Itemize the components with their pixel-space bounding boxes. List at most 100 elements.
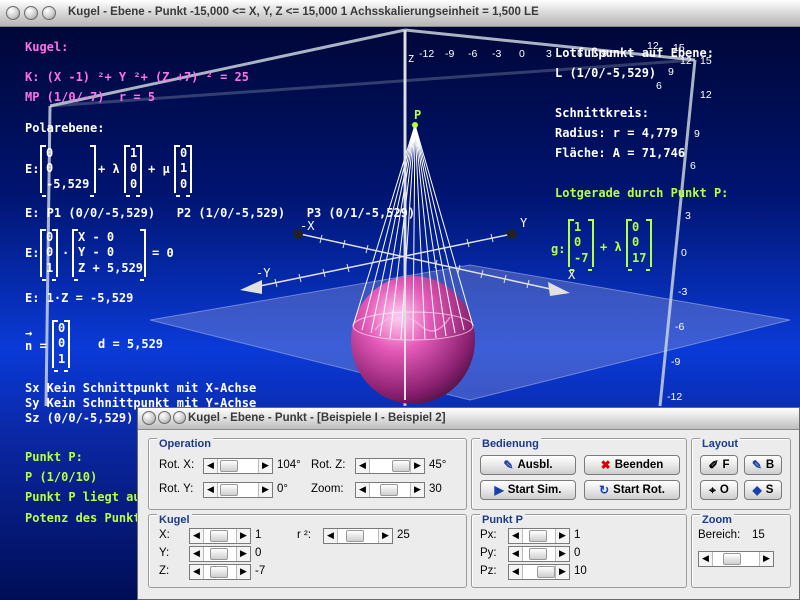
plane-param-mu: + μ bbox=[148, 162, 170, 176]
px-increase[interactable]: ▶ bbox=[555, 529, 569, 543]
kugel-y-increase[interactable]: ▶ bbox=[236, 547, 250, 561]
control-title-bar[interactable]: Kugel - Ebene - Punkt - [Beispiele I - B… bbox=[138, 408, 799, 430]
punkt-p-group-title: Punkt P bbox=[480, 514, 525, 526]
kugel-z-slider[interactable]: ◀ ▶ bbox=[189, 564, 251, 580]
kugel-heading: Kugel: bbox=[25, 40, 69, 54]
kugel-z-decrease[interactable]: ◀ bbox=[190, 565, 204, 579]
ausblenden-button[interactable]: ✎ Ausbl. bbox=[480, 455, 576, 475]
zoom-slider[interactable]: ◀ ▶ bbox=[355, 482, 425, 498]
py-slider[interactable]: ◀ ▶ bbox=[508, 546, 570, 562]
zoom-increase[interactable]: ▶ bbox=[410, 483, 424, 497]
bereich-slider[interactable]: ◀ ▶ bbox=[698, 551, 774, 567]
beenden-label: Beenden bbox=[614, 459, 664, 471]
zoom-thumb[interactable] bbox=[380, 484, 398, 496]
kugel-r2-thumb[interactable] bbox=[346, 530, 364, 542]
layout-o-label: O bbox=[719, 484, 729, 496]
layout-f-button[interactable]: ✐ F bbox=[700, 455, 738, 475]
rot-y-thumb[interactable] bbox=[220, 484, 238, 496]
layout-b-button[interactable]: ✎ B bbox=[744, 455, 782, 475]
layout-o-button[interactable]: ⌖ O bbox=[700, 480, 738, 500]
kugel-r2-value: 25 bbox=[397, 529, 410, 541]
kugel-x-slider[interactable]: ◀ ▶ bbox=[189, 528, 251, 544]
label-z: Z bbox=[408, 54, 415, 65]
minimize-button[interactable] bbox=[24, 6, 38, 20]
rot-z-slider[interactable]: ◀ ▶ bbox=[355, 458, 425, 474]
kugel-x-increase[interactable]: ▶ bbox=[236, 529, 250, 543]
pz-increase[interactable]: ▶ bbox=[555, 565, 569, 579]
bereich-thumb[interactable] bbox=[723, 553, 741, 565]
kugel-y-slider[interactable]: ◀ ▶ bbox=[189, 546, 251, 562]
ctrl-maximize-button[interactable] bbox=[173, 411, 186, 424]
kugel-group-title: Kugel bbox=[157, 514, 192, 526]
kugel-z-thumb[interactable] bbox=[210, 566, 228, 578]
bereich-value: 15 bbox=[752, 529, 765, 541]
rot-x-slider[interactable]: ◀ ▶ bbox=[203, 458, 273, 474]
kugel-y-decrease[interactable]: ◀ bbox=[190, 547, 204, 561]
scale-tick: -9 bbox=[445, 48, 455, 60]
rot-y-value: 0° bbox=[277, 483, 288, 495]
px-slider[interactable]: ◀ ▶ bbox=[508, 528, 570, 544]
hide-icon: ✎ bbox=[503, 458, 514, 472]
kugel-r2-slider[interactable]: ◀ ▶ bbox=[323, 528, 393, 544]
kugel-y-value: 0 bbox=[255, 547, 262, 559]
scale-tick: -6 bbox=[468, 48, 478, 60]
main-title-bar[interactable]: Kugel - Ebene - Punkt -15,000 <= X, Y, Z… bbox=[0, 0, 800, 27]
scale-tick: 3 bbox=[546, 48, 552, 60]
kugel-r2-decrease[interactable]: ◀ bbox=[324, 529, 338, 543]
window-menu-button[interactable] bbox=[6, 6, 20, 20]
pz-slider[interactable]: ◀ ▶ bbox=[508, 564, 570, 580]
layout-b-label: B bbox=[765, 459, 775, 471]
pz-decrease[interactable]: ◀ bbox=[509, 565, 523, 579]
kugel-x-decrease[interactable]: ◀ bbox=[190, 529, 204, 543]
rot-y-decrease[interactable]: ◀ bbox=[204, 483, 218, 497]
kugel-r2-increase[interactable]: ▶ bbox=[378, 529, 392, 543]
px-decrease[interactable]: ◀ bbox=[509, 529, 523, 543]
pz-thumb[interactable] bbox=[537, 566, 555, 578]
kugel-z-increase[interactable]: ▶ bbox=[236, 565, 250, 579]
normal-form-diff: X - 0 Y - 0 Z + 5,529 bbox=[72, 229, 146, 282]
kugel-y-thumb[interactable] bbox=[210, 548, 228, 560]
bereich-label: Bereich: bbox=[698, 529, 741, 541]
ctrl-window-menu-button[interactable] bbox=[142, 411, 156, 425]
start-rot-button[interactable]: ↻ Start Rot. bbox=[584, 480, 680, 500]
start-sim-button[interactable]: ▶ Start Sim. bbox=[480, 480, 576, 500]
kugel-midpoint: MP (1/0/-7) r = 5 bbox=[25, 90, 156, 104]
rot-y-slider[interactable]: ◀ ▶ bbox=[203, 482, 273, 498]
py-thumb[interactable] bbox=[529, 548, 547, 560]
kugel-x-thumb[interactable] bbox=[210, 530, 228, 542]
zoom-value: 30 bbox=[429, 483, 442, 495]
rot-x-thumb[interactable] bbox=[220, 460, 238, 472]
punkt-heading: Punkt P: bbox=[25, 450, 83, 464]
px-thumb[interactable] bbox=[529, 530, 547, 542]
rot-z-thumb[interactable] bbox=[392, 460, 410, 472]
label-neg-x: -X bbox=[300, 219, 315, 233]
beenden-button[interactable]: ✖ Beenden bbox=[584, 455, 680, 475]
plane-param-v2: 0 1 0 bbox=[174, 145, 192, 198]
punkt-value: P (1/0/10) bbox=[25, 470, 98, 484]
py-increase[interactable]: ▶ bbox=[555, 547, 569, 561]
zoom-decrease[interactable]: ◀ bbox=[356, 483, 370, 497]
px-label: Px: bbox=[480, 529, 497, 541]
rot-x-increase[interactable]: ▶ bbox=[258, 459, 272, 473]
normal-form-dot: · bbox=[62, 246, 70, 260]
rot-y-increase[interactable]: ▶ bbox=[258, 483, 272, 497]
rot-z-decrease[interactable]: ◀ bbox=[356, 459, 370, 473]
control-window: Kugel - Ebene - Punkt - [Beispiele I - B… bbox=[137, 407, 800, 600]
scale-tick: -12 bbox=[667, 391, 683, 403]
scale-tick: 9 bbox=[668, 66, 674, 78]
normal-form-prefix: E: bbox=[25, 246, 40, 260]
zoom-group-title: Zoom bbox=[700, 514, 734, 526]
point-p-stem bbox=[409, 123, 413, 126]
intercept-z: Sz (0/0/-5,529) bbox=[25, 411, 134, 425]
layout-s-button[interactable]: ◆ S bbox=[744, 480, 782, 500]
label-neg-y: -Y bbox=[256, 266, 271, 280]
maximize-button[interactable] bbox=[42, 6, 56, 20]
ctrl-minimize-button[interactable] bbox=[158, 411, 171, 424]
kugel-x-label: X: bbox=[159, 529, 170, 541]
pz-label: Pz: bbox=[480, 565, 497, 577]
bereich-increase[interactable]: ▶ bbox=[759, 552, 773, 566]
bereich-decrease[interactable]: ◀ bbox=[699, 552, 713, 566]
py-decrease[interactable]: ◀ bbox=[509, 547, 523, 561]
rot-x-decrease[interactable]: ◀ bbox=[204, 459, 218, 473]
rot-z-increase[interactable]: ▶ bbox=[410, 459, 424, 473]
